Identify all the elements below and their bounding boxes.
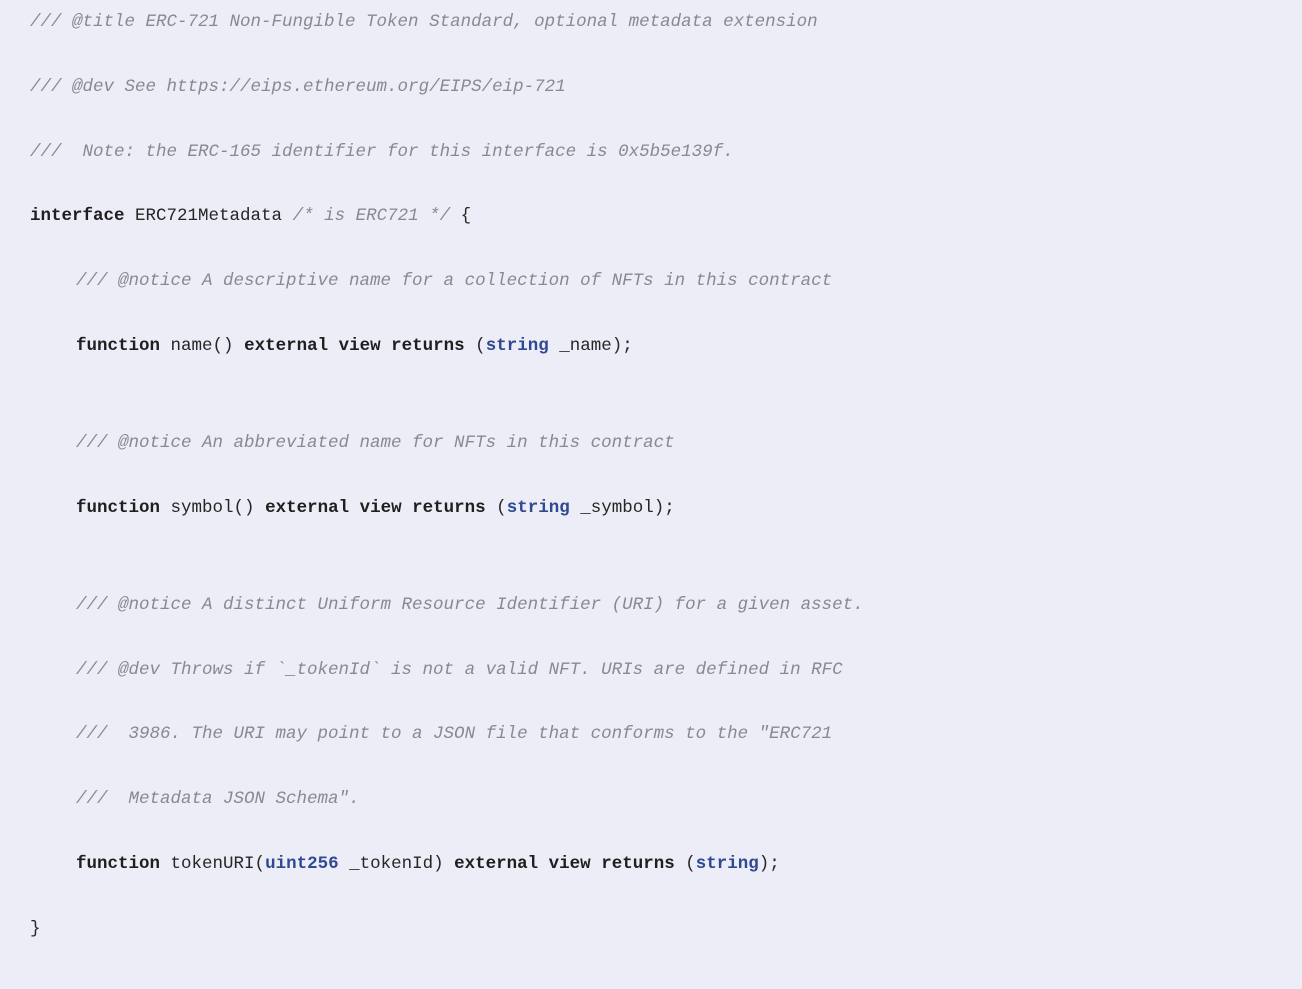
comment-note: /// Note: the ERC-165 identifier for thi… [30,142,734,162]
fn-tokenuri: tokenURI [171,854,255,874]
paren-close-semi: ); [654,498,675,518]
comment-symbol: /// @notice An abbreviated name for NFTs… [76,433,675,453]
param-tokenid: _tokenId [349,854,433,874]
param-symbol: _symbol [580,498,654,518]
brace-open: { [461,206,472,226]
brace-close: } [30,919,41,939]
comment-name: /// @notice A descriptive name for a col… [76,271,832,291]
paren-open: ( [255,854,266,874]
interface-name: ERC721Metadata [135,206,282,226]
comment-uri-3: /// 3986. The URI may point to a JSON fi… [76,724,832,744]
kw-view: view [360,498,402,518]
paren-open: ( [496,498,507,518]
comment-uri-2: /// @dev Throws if `_tokenId` is not a v… [76,660,843,680]
paren-empty: () [213,336,234,356]
kw-function: function [76,336,160,356]
comment-is: /* is ERC721 */ [293,206,451,226]
kw-view: view [339,336,381,356]
kw-returns: returns [601,854,675,874]
paren-close-semi: ); [612,336,633,356]
kw-view: view [549,854,591,874]
type-uint256: uint256 [265,854,339,874]
param-name: _name [559,336,612,356]
paren-close: ) [433,854,444,874]
kw-returns: returns [412,498,486,518]
paren-close-semi: ); [759,854,780,874]
code-block: /// @title ERC-721 Non-Fungible Token St… [0,0,1302,989]
type-string: string [696,854,759,874]
kw-external: external [454,854,538,874]
paren-open: ( [475,336,486,356]
kw-external: external [265,498,349,518]
paren-open: ( [685,854,696,874]
type-string: string [507,498,570,518]
fn-name: name [171,336,213,356]
paren-empty: () [234,498,255,518]
kw-function: function [76,498,160,518]
kw-function: function [76,854,160,874]
comment-title: /// @title ERC-721 Non-Fungible Token St… [30,12,818,32]
kw-returns: returns [391,336,465,356]
comment-uri-4: /// Metadata JSON Schema". [76,789,360,809]
type-string: string [486,336,549,356]
comment-dev: /// @dev See https://eips.ethereum.org/E… [30,77,566,97]
fn-symbol: symbol [171,498,234,518]
comment-uri-1: /// @notice A distinct Uniform Resource … [76,595,864,615]
kw-interface: interface [30,206,125,226]
kw-external: external [244,336,328,356]
